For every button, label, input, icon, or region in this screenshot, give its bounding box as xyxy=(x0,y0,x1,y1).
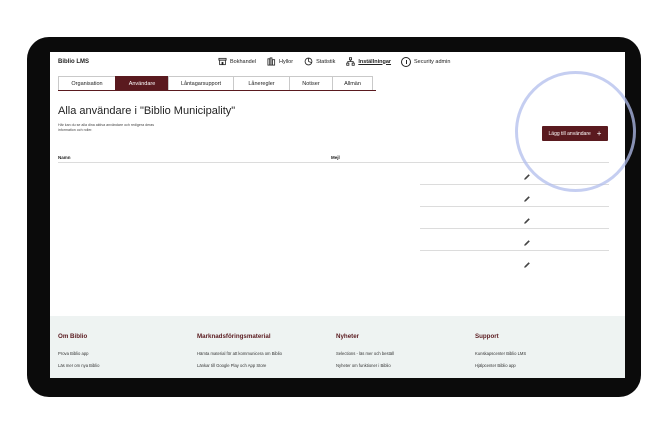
tab-organisation[interactable]: Organisation xyxy=(58,76,116,90)
pencil-icon xyxy=(524,262,530,268)
app-screen: Biblio LMS Bokhandel Hyllor Statistik In… xyxy=(50,52,625,378)
security-admin-menu[interactable]: Security admin xyxy=(401,57,450,67)
footer-link[interactable]: Hjälpcenter Biblio app xyxy=(475,363,605,368)
nav-hyllor-label: Hyllor xyxy=(279,58,294,65)
brand-logo: Biblio LMS xyxy=(58,59,89,65)
column-header-email[interactable]: Mejl xyxy=(331,155,340,160)
edit-button[interactable] xyxy=(523,168,531,180)
footer-link[interactable]: Prova Biblio app xyxy=(58,351,188,356)
column-header-name[interactable]: Namn xyxy=(58,155,71,160)
tab-laneregler[interactable]: Låneregler xyxy=(233,76,290,90)
footer-column-om-biblio: Om Biblio Prova Biblio app Läs mer om ny… xyxy=(58,333,188,375)
footer-heading: Support xyxy=(475,333,499,340)
footer-column-marketing: Marknadsföringsmaterial Hämta material f… xyxy=(197,333,327,375)
pencil-icon xyxy=(524,174,530,180)
security-icon xyxy=(401,57,411,67)
nav-installningar-label: Inställningar xyxy=(358,58,392,65)
footer-link[interactable]: Selections - läs mer och beställ xyxy=(336,351,466,356)
top-bar: Biblio LMS Bokhandel Hyllor Statistik In… xyxy=(50,52,625,74)
nav-installningar[interactable]: Inställningar xyxy=(346,57,391,66)
page-title: Alla användare i "Biblio Municipality" xyxy=(58,105,236,117)
table-row xyxy=(420,207,609,229)
edit-button[interactable] xyxy=(523,190,531,202)
page-description: Här kan du se alla dina aktiva användare… xyxy=(58,123,155,132)
tab-anvandare[interactable]: Användare xyxy=(115,76,169,90)
network-icon xyxy=(346,57,356,66)
footer-link[interactable]: Nyheter om funktioner i Biblio xyxy=(336,363,466,368)
tab-lantagarsupport[interactable]: Låntagarsupport xyxy=(168,76,234,90)
table-row xyxy=(420,163,609,185)
store-icon xyxy=(218,57,227,66)
add-user-button[interactable]: Lägg till användare + xyxy=(542,126,608,141)
edit-button[interactable] xyxy=(523,212,531,224)
nav-statistik-label: Statistik xyxy=(316,58,336,65)
footer-link[interactable]: Läs mer om nya Biblio xyxy=(58,363,188,368)
shelves-icon xyxy=(267,57,276,66)
nav-bokhandel[interactable]: Bokhandel xyxy=(218,57,256,66)
table-row xyxy=(420,251,609,273)
footer: Om Biblio Prova Biblio app Läs mer om ny… xyxy=(50,316,625,378)
footer-column-nyheter: Nyheter Selections - läs mer och beställ… xyxy=(336,333,466,375)
footer-heading: Om Biblio xyxy=(58,333,88,340)
pencil-icon xyxy=(524,196,530,202)
pencil-icon xyxy=(524,218,530,224)
footer-heading: Marknadsföringsmaterial xyxy=(197,333,271,340)
footer-link[interactable]: Kunskapscenter Biblio LMS xyxy=(475,351,605,356)
edit-button[interactable] xyxy=(523,234,531,246)
security-admin-label: Security admin xyxy=(414,59,451,65)
nav-statistik[interactable]: Statistik xyxy=(304,57,335,66)
pie-chart-icon xyxy=(304,57,313,66)
nav-hyllor[interactable]: Hyllor xyxy=(267,57,293,66)
footer-link[interactable]: Länkar till Google Play och App Store xyxy=(197,363,327,368)
nav-bokhandel-label: Bokhandel xyxy=(230,58,256,65)
pencil-icon xyxy=(524,240,530,246)
table-row xyxy=(420,185,609,207)
plus-icon: + xyxy=(596,128,602,138)
table-row xyxy=(420,229,609,251)
footer-heading: Nyheter xyxy=(336,333,360,340)
footer-link[interactable]: Hämta material för att kommunicera om Bi… xyxy=(197,351,327,356)
footer-column-support: Support Kunskapscenter Biblio LMS Hjälpc… xyxy=(475,333,605,375)
tab-notiser[interactable]: Notiser xyxy=(289,76,333,90)
tab-allman[interactable]: Allmän xyxy=(332,76,373,90)
edit-button[interactable] xyxy=(523,256,531,268)
top-navigation: Bokhandel Hyllor Statistik Inställningar xyxy=(218,57,402,66)
settings-tabs: Organisation Användare Låntagarsupport L… xyxy=(58,76,376,91)
add-user-label: Lägg till användare xyxy=(548,130,591,137)
